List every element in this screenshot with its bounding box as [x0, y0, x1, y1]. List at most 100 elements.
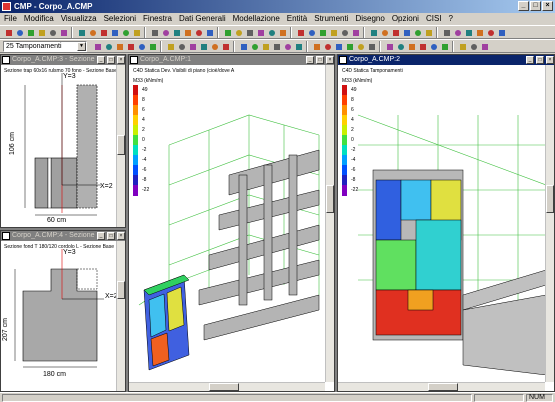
rotate-icon[interactable] [114, 41, 124, 51]
menu-cisi[interactable]: CISI [426, 13, 442, 25]
save-icon[interactable] [277, 27, 287, 37]
window-close-button[interactable]: × [117, 56, 125, 64]
select-icon[interactable] [395, 41, 405, 51]
line-icon[interactable] [379, 27, 389, 37]
help-icon[interactable] [255, 27, 265, 37]
beam-icon[interactable] [131, 27, 141, 37]
model-window-1[interactable]: Corpo_A.CMP:1 _ □ × C4D Statica Dev. Vis… [128, 54, 335, 392]
menu-selezioni[interactable]: Selezioni [104, 13, 136, 25]
line-icon[interactable] [109, 27, 119, 37]
zoom-in-icon[interactable] [47, 27, 57, 37]
menu-strumenti[interactable]: Strumenti [314, 13, 348, 25]
solve-icon[interactable] [204, 27, 214, 37]
select-icon[interactable] [98, 27, 108, 37]
scroll-thumb[interactable] [209, 383, 239, 391]
slab-icon[interactable] [187, 41, 197, 51]
open-icon[interactable] [266, 27, 276, 37]
window-close-button[interactable]: × [117, 232, 125, 240]
open-icon[interactable] [293, 41, 303, 51]
select-icon[interactable] [368, 27, 378, 37]
solve-icon[interactable] [474, 27, 484, 37]
horizontal-scrollbar[interactable] [129, 382, 325, 391]
zoom-out-icon[interactable] [92, 41, 102, 51]
print-icon[interactable] [322, 41, 332, 51]
beam-icon[interactable] [165, 41, 175, 51]
load-icon[interactable] [209, 41, 219, 51]
save-icon[interactable] [14, 27, 24, 37]
window-minimize-button[interactable]: _ [97, 56, 105, 64]
section-window-2[interactable]: Corpo_A.CMP:4 - Sezione _ □ × Sezione fo… [0, 230, 126, 392]
window-close-button[interactable]: × [326, 56, 334, 64]
vertical-scrollbar[interactable] [116, 65, 125, 227]
diagram-icon[interactable] [233, 27, 243, 37]
chevron-down-icon[interactable]: ▼ [77, 41, 86, 51]
pan-icon[interactable] [103, 41, 113, 51]
vertical-scrollbar[interactable] [116, 241, 125, 391]
print-icon[interactable] [25, 27, 35, 37]
constraint-icon[interactable] [463, 27, 473, 37]
slab-icon[interactable] [457, 41, 467, 51]
scroll-thumb[interactable] [117, 281, 125, 299]
results-icon[interactable] [249, 41, 259, 51]
help-icon[interactable] [282, 41, 292, 51]
app-icon[interactable] [2, 2, 11, 11]
menu-help[interactable]: ? [449, 13, 453, 25]
pillar-icon[interactable] [412, 27, 422, 37]
menu-modifica[interactable]: Modifica [24, 13, 54, 25]
window-maximize-button[interactable]: □ [316, 56, 324, 64]
window-minimize-button[interactable]: _ [97, 232, 105, 240]
diagram-icon[interactable] [260, 41, 270, 51]
window-minimize-button[interactable]: _ [306, 56, 314, 64]
save-icon[interactable] [311, 41, 321, 51]
diagram-icon[interactable] [496, 27, 506, 37]
pillar-icon[interactable] [439, 41, 449, 51]
pan-icon[interactable] [76, 27, 86, 37]
menu-dati-generali[interactable]: Dati Generali [179, 13, 226, 25]
rotate-icon[interactable] [350, 27, 360, 37]
window-title-bar[interactable]: Corpo_A.CMP:2 _ □ × [338, 55, 554, 65]
load-icon[interactable] [452, 27, 462, 37]
maximize-button[interactable]: □ [530, 1, 541, 11]
mesh-icon[interactable] [441, 27, 451, 37]
window-title-bar[interactable]: Corpo_A.CMP:3 - Sezione _ □ × [1, 55, 125, 65]
slab-icon[interactable] [160, 27, 170, 37]
mesh-icon[interactable] [198, 41, 208, 51]
zoom-out-icon[interactable] [58, 27, 68, 37]
close-button[interactable]: × [542, 1, 553, 11]
horizontal-scrollbar[interactable] [338, 382, 545, 391]
menu-disegno[interactable]: Disegno [355, 13, 384, 25]
mesh-icon[interactable] [171, 27, 181, 37]
results-icon[interactable] [222, 27, 232, 37]
window-maximize-button[interactable]: □ [107, 56, 115, 64]
load-icon[interactable] [479, 41, 489, 51]
vertical-scrollbar[interactable] [545, 65, 554, 382]
minimize-button[interactable]: _ [518, 1, 529, 11]
print-icon[interactable] [295, 27, 305, 37]
beam-icon[interactable] [401, 27, 411, 37]
window-maximize-button[interactable]: □ [107, 232, 115, 240]
section-window-1[interactable]: Corpo_A.CMP:3 - Sezione _ □ × Sezione tr… [0, 54, 126, 228]
window-close-button[interactable]: × [546, 56, 554, 64]
beam-icon[interactable] [428, 41, 438, 51]
undo-icon[interactable] [306, 27, 316, 37]
solve-icon[interactable] [238, 41, 248, 51]
node-icon[interactable] [417, 41, 427, 51]
window-title-bar[interactable]: Corpo_A.CMP:1 _ □ × [129, 55, 334, 65]
pan-icon[interactable] [339, 27, 349, 37]
constraint-icon[interactable] [220, 41, 230, 51]
constraint-icon[interactable] [193, 27, 203, 37]
vertical-scrollbar[interactable] [325, 65, 334, 382]
zoom-in-icon[interactable] [344, 41, 354, 51]
scroll-thumb[interactable] [326, 185, 334, 213]
layer-combo[interactable]: 25 Tamponamenti ▼ [3, 40, 87, 52]
undo-icon[interactable] [36, 27, 46, 37]
line-icon[interactable] [406, 41, 416, 51]
node-icon[interactable] [147, 41, 157, 51]
slab-icon[interactable] [423, 27, 433, 37]
line-icon[interactable] [136, 41, 146, 51]
pillar-icon[interactable] [176, 41, 186, 51]
results-icon[interactable] [485, 27, 495, 37]
settings-icon[interactable] [244, 27, 254, 37]
scroll-thumb[interactable] [428, 383, 458, 391]
scroll-thumb[interactable] [117, 135, 125, 155]
